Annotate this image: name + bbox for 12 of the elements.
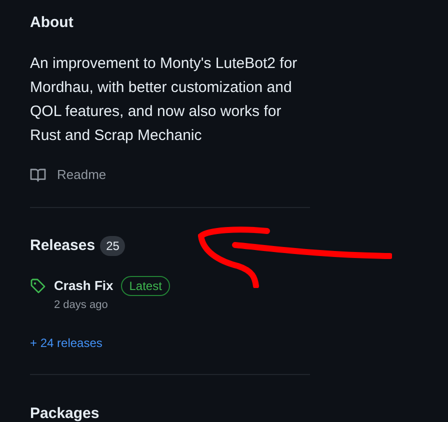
count-badge: 25 <box>100 236 126 256</box>
release-link[interactable]: Crash Fix <box>54 276 114 296</box>
release-date: 2 days ago <box>54 298 109 313</box>
repo-description: An improvement to Monty's LuteBot2 for Mordhau, with better customization and QOL features, and now also works for Rust and Scrap Mechanic <box>30 54 298 146</box>
section-heading[interactable]: Releases <box>30 234 96 257</box>
section-heading: About <box>30 13 74 33</box>
latest-label: Latest <box>121 276 170 296</box>
book-icon <box>30 166 46 183</box>
section-heading: Packages <box>30 404 100 422</box>
readme-link[interactable]: Readme <box>30 165 106 184</box>
more-releases-link[interactable]: + 24 releases <box>30 334 102 352</box>
tag-icon <box>30 278 46 294</box>
